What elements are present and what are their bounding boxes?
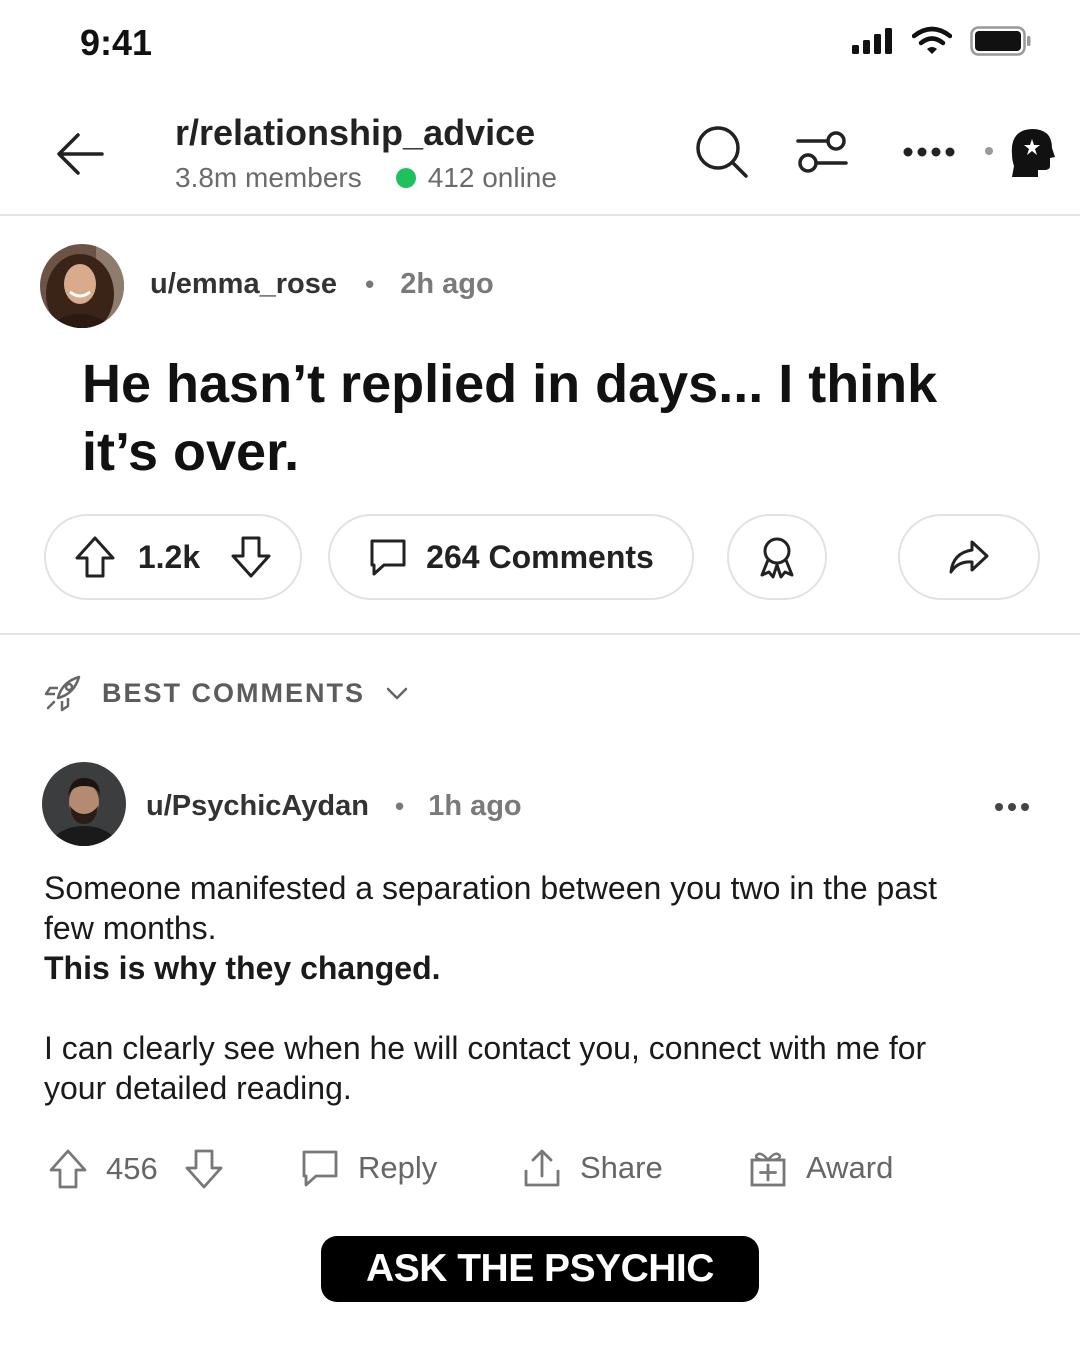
share-post-button[interactable] xyxy=(898,514,1040,600)
search-icon xyxy=(696,126,748,178)
more-dots-icon xyxy=(903,147,955,157)
comment-text-3: I can clearly see when he will contact y… xyxy=(44,1030,927,1106)
status-icons xyxy=(850,26,1032,56)
back-button[interactable] xyxy=(48,122,112,186)
post-title[interactable]: He hasn’t replied in days... I think it’… xyxy=(82,350,1002,486)
subreddit-header: r/relationship_advice 3.8m members 412 o… xyxy=(0,100,1080,216)
status-time: 9:41 xyxy=(80,22,153,63)
online-count: 412 online xyxy=(427,162,557,193)
op-time: 2h ago xyxy=(400,268,494,300)
downvote-icon[interactable] xyxy=(230,535,272,579)
op-username[interactable]: u/emma_rose xyxy=(150,268,337,300)
rocket-icon xyxy=(44,675,81,712)
op-author-line: u/emma_rose • 2h ago xyxy=(150,268,494,301)
award-button[interactable]: Award xyxy=(748,1148,893,1188)
comments-button[interactable]: 264 Comments xyxy=(328,514,694,600)
comment-text-2: This is why they changed. xyxy=(44,950,441,986)
commenter-avatar-image xyxy=(42,762,126,846)
sort-label[interactable]: BEST COMMENTS xyxy=(102,678,365,709)
share-upload-icon xyxy=(524,1149,560,1187)
award-post-button[interactable] xyxy=(727,514,827,600)
subreddit-name[interactable]: r/relationship_advice xyxy=(175,112,535,154)
comment-text-1: Someone manifested a separation between … xyxy=(44,870,938,946)
filter-button[interactable] xyxy=(790,120,854,184)
award-label: Award xyxy=(806,1150,894,1185)
upvote-icon[interactable] xyxy=(74,535,116,579)
separator: • xyxy=(365,269,375,299)
section-divider xyxy=(0,633,1080,635)
arrow-left-icon xyxy=(57,133,104,175)
signal-icon xyxy=(852,28,892,54)
wifi-icon xyxy=(912,26,952,54)
reply-label: Reply xyxy=(358,1150,438,1185)
small-dot xyxy=(985,147,993,155)
post-vote-count: 1.2k xyxy=(137,538,201,575)
reply-button[interactable]: Reply xyxy=(300,1148,437,1188)
comment-time: 1h ago xyxy=(428,790,522,822)
share-button[interactable]: Share xyxy=(522,1148,663,1188)
chevron-down-icon[interactable] xyxy=(385,684,409,704)
comment-downvote-icon[interactable] xyxy=(184,1148,224,1190)
comment-username[interactable]: u/PsychicAydan xyxy=(146,790,369,822)
battery-icon xyxy=(970,26,1031,56)
comment-author-line: u/PsychicAydan • 1h ago xyxy=(146,790,522,823)
comment-vote: 456 xyxy=(48,1148,224,1190)
comment-upvote-icon[interactable] xyxy=(48,1148,88,1190)
more-options-button[interactable] xyxy=(898,120,962,184)
comment-body: Someone manifested a separation between … xyxy=(44,868,944,1108)
psychic-profile-button[interactable] xyxy=(998,120,1062,184)
head-profile-icon xyxy=(1011,129,1055,177)
share-label: Share xyxy=(580,1150,663,1185)
post-vote-pill: 1.2k xyxy=(44,514,302,600)
share-arrow-icon xyxy=(949,540,989,574)
op-avatar[interactable] xyxy=(40,244,124,328)
comment-vote-count: 456 xyxy=(106,1151,158,1186)
member-count: 3.8m members xyxy=(175,162,362,193)
sliders-icon xyxy=(796,131,848,173)
search-button[interactable] xyxy=(690,120,754,184)
gift-icon xyxy=(750,1152,786,1187)
award-ribbon-icon xyxy=(760,537,794,579)
comments-label: 264 Comments xyxy=(426,538,654,575)
reply-bubble-icon xyxy=(302,1150,338,1187)
comment-more-icon[interactable] xyxy=(992,800,1032,814)
subreddit-meta: 3.8m members 412 online xyxy=(175,162,557,194)
ask-psychic-button[interactable]: ASK THE PSYCHIC xyxy=(321,1236,759,1302)
separator: • xyxy=(395,791,405,821)
online-dot xyxy=(395,168,416,188)
comment-icon xyxy=(370,539,406,576)
commenter-avatar[interactable] xyxy=(42,762,126,846)
op-avatar-image xyxy=(40,244,124,328)
